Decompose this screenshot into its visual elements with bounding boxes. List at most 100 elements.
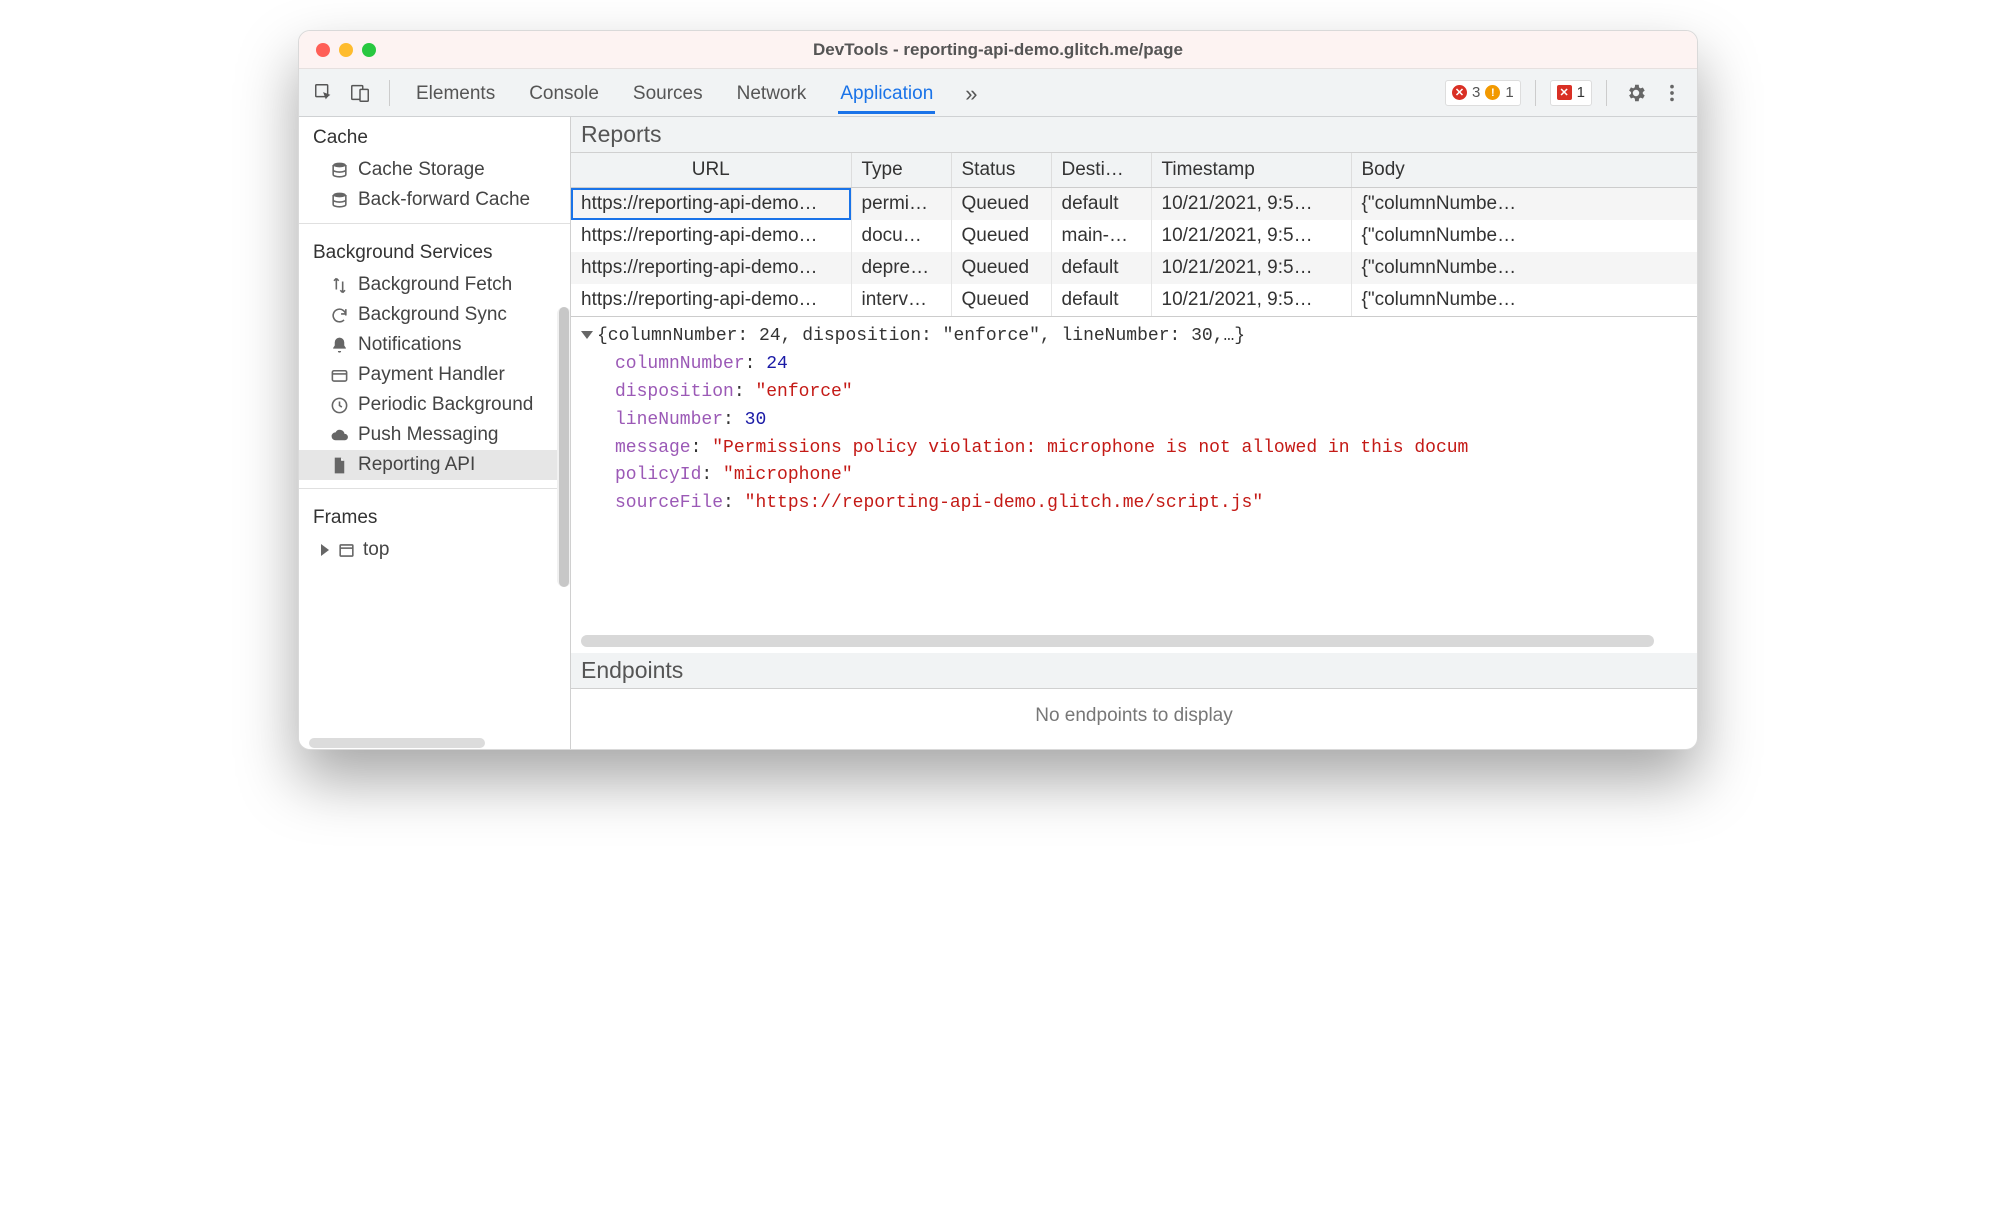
warning-icon: ! bbox=[1485, 85, 1500, 100]
more-options-kebab-icon[interactable] bbox=[1657, 78, 1687, 108]
col-header-body[interactable]: Body bbox=[1351, 153, 1697, 188]
sidebar-item-label: Reporting API bbox=[358, 454, 475, 476]
detail-property[interactable]: lineNumber: 30 bbox=[581, 407, 1687, 435]
minimize-window-button[interactable] bbox=[339, 43, 353, 57]
tab-sources[interactable]: Sources bbox=[631, 72, 705, 114]
sidebar-item-push-messaging[interactable]: Push Messaging bbox=[299, 420, 570, 450]
cell-body: {"columnNumbe… bbox=[1351, 284, 1697, 316]
sidebar-item-back-forward-cache[interactable]: Back-forward Cache bbox=[299, 185, 570, 215]
expand-triangle-icon bbox=[321, 544, 329, 556]
cell-url: https://reporting-api-demo… bbox=[571, 284, 851, 316]
detail-h-scrollbar[interactable] bbox=[571, 631, 1697, 653]
cell-dest: default bbox=[1051, 188, 1151, 221]
sidebar-item-reporting-api[interactable]: Reporting API bbox=[299, 450, 570, 480]
col-header-url[interactable]: URL bbox=[571, 153, 851, 188]
col-header-status[interactable]: Status bbox=[951, 153, 1051, 188]
panel-tabs: Elements Console Sources Network Application bbox=[414, 72, 935, 114]
doc-icon bbox=[329, 455, 349, 475]
detail-property[interactable]: disposition: "enforce" bbox=[581, 379, 1687, 407]
sidebar-item-label: Periodic Background bbox=[358, 394, 533, 416]
table-row[interactable]: https://reporting-api-demo…depre…Queuedd… bbox=[571, 252, 1697, 284]
error-count: 3 bbox=[1472, 84, 1480, 101]
error-icon: ✕ bbox=[1452, 85, 1467, 100]
sidebar-item-payment-handler[interactable]: Payment Handler bbox=[299, 360, 570, 390]
sidebar-h-scrollbar[interactable] bbox=[299, 735, 570, 749]
cell-url: https://reporting-api-demo… bbox=[571, 188, 851, 221]
tab-application[interactable]: Application bbox=[838, 72, 935, 114]
cell-url: https://reporting-api-demo… bbox=[571, 252, 851, 284]
inspect-element-icon[interactable] bbox=[309, 78, 339, 108]
hidden-issues-counter[interactable]: ✕ 1 bbox=[1550, 80, 1592, 106]
detail-property[interactable]: policyId: "microphone" bbox=[581, 462, 1687, 490]
table-row[interactable]: https://reporting-api-demo…permi…Queuedd… bbox=[571, 188, 1697, 221]
titlebar: DevTools - reporting-api-demo.glitch.me/… bbox=[299, 31, 1697, 69]
content: Reports URLTypeStatusDesti…TimestampBody… bbox=[571, 117, 1697, 749]
devtools-window: DevTools - reporting-api-demo.glitch.me/… bbox=[298, 30, 1698, 750]
sidebar-item-notifications[interactable]: Notifications bbox=[299, 330, 570, 360]
detail-property[interactable]: columnNumber: 24 bbox=[581, 351, 1687, 379]
window-controls bbox=[316, 43, 376, 57]
card-icon bbox=[329, 365, 349, 385]
sidebar-item-label: Cache Storage bbox=[358, 159, 485, 181]
db-icon bbox=[329, 190, 349, 210]
tab-console[interactable]: Console bbox=[527, 72, 601, 114]
cell-body: {"columnNumbe… bbox=[1351, 188, 1697, 221]
cell-ts: 10/21/2021, 9:5… bbox=[1151, 220, 1351, 252]
settings-gear-icon[interactable] bbox=[1621, 78, 1651, 108]
hidden-error-icon: ✕ bbox=[1557, 85, 1572, 100]
sidebar-section-cache: Cache bbox=[299, 117, 570, 155]
sidebar-scrollbar[interactable] bbox=[557, 307, 571, 587]
sidebar-item-periodic-background[interactable]: Periodic Background bbox=[299, 390, 570, 420]
cell-type: docu… bbox=[851, 220, 951, 252]
main: Cache Cache Storage Back-forward Cache Back… bbox=[299, 117, 1697, 749]
sidebar-section-frames: Frames bbox=[299, 497, 570, 535]
sidebar-item-label: Back-forward Cache bbox=[358, 189, 530, 211]
cell-body: {"columnNumbe… bbox=[1351, 220, 1697, 252]
detail-property[interactable]: message: "Permissions policy violation: … bbox=[581, 435, 1687, 463]
close-window-button[interactable] bbox=[316, 43, 330, 57]
cell-dest: main-… bbox=[1051, 220, 1151, 252]
sidebar-item-top[interactable]: top bbox=[299, 535, 570, 565]
col-header-timestamp[interactable]: Timestamp bbox=[1151, 153, 1351, 188]
cell-ts: 10/21/2021, 9:5… bbox=[1151, 284, 1351, 316]
sidebar-section-background-services: Background Services bbox=[299, 232, 570, 270]
sidebar-item-background-fetch[interactable]: Background Fetch bbox=[299, 270, 570, 300]
endpoints-heading: Endpoints bbox=[571, 653, 1697, 689]
device-toolbar-icon[interactable] bbox=[345, 78, 375, 108]
maximize-window-button[interactable] bbox=[362, 43, 376, 57]
sidebar-item-label: Background Fetch bbox=[358, 274, 512, 296]
sidebar-item-background-sync[interactable]: Background Sync bbox=[299, 300, 570, 330]
db-icon bbox=[329, 160, 349, 180]
cell-status: Queued bbox=[951, 252, 1051, 284]
endpoints-empty-message: No endpoints to display bbox=[571, 689, 1697, 749]
col-header-type[interactable]: Type bbox=[851, 153, 951, 188]
col-header-desti[interactable]: Desti… bbox=[1051, 153, 1151, 188]
separator bbox=[389, 80, 390, 106]
cell-status: Queued bbox=[951, 284, 1051, 316]
separator bbox=[299, 223, 570, 224]
sidebar-item-label: Push Messaging bbox=[358, 424, 498, 446]
cell-type: depre… bbox=[851, 252, 951, 284]
cloud-icon bbox=[329, 425, 349, 445]
detail-summary-line[interactable]: {columnNumber: 24, disposition: "enforce… bbox=[581, 323, 1687, 351]
more-tabs-chevron-icon[interactable]: » bbox=[963, 70, 979, 116]
clock-icon bbox=[329, 395, 349, 415]
tab-network[interactable]: Network bbox=[735, 72, 809, 114]
detail-property[interactable]: sourceFile: "https://reporting-api-demo.… bbox=[581, 490, 1687, 518]
collapse-triangle-icon bbox=[581, 331, 593, 339]
separator bbox=[1535, 80, 1536, 106]
hidden-error-count: 1 bbox=[1577, 84, 1585, 101]
reports-table: URLTypeStatusDesti…TimestampBody https:/… bbox=[571, 153, 1697, 316]
sidebar-item-cache-storage[interactable]: Cache Storage bbox=[299, 155, 570, 185]
table-row[interactable]: https://reporting-api-demo…docu…Queuedma… bbox=[571, 220, 1697, 252]
bell-icon bbox=[329, 335, 349, 355]
warning-count: 1 bbox=[1505, 84, 1513, 101]
tab-elements[interactable]: Elements bbox=[414, 72, 497, 114]
console-issue-counter[interactable]: ✕ 3 ! 1 bbox=[1445, 80, 1521, 106]
sidebar: Cache Cache Storage Back-forward Cache Back… bbox=[299, 117, 571, 749]
reports-heading: Reports bbox=[571, 117, 1697, 153]
sync-icon bbox=[329, 305, 349, 325]
sidebar-item-label: Notifications bbox=[358, 334, 462, 356]
cell-status: Queued bbox=[951, 188, 1051, 221]
table-row[interactable]: https://reporting-api-demo…interv…Queued… bbox=[571, 284, 1697, 316]
